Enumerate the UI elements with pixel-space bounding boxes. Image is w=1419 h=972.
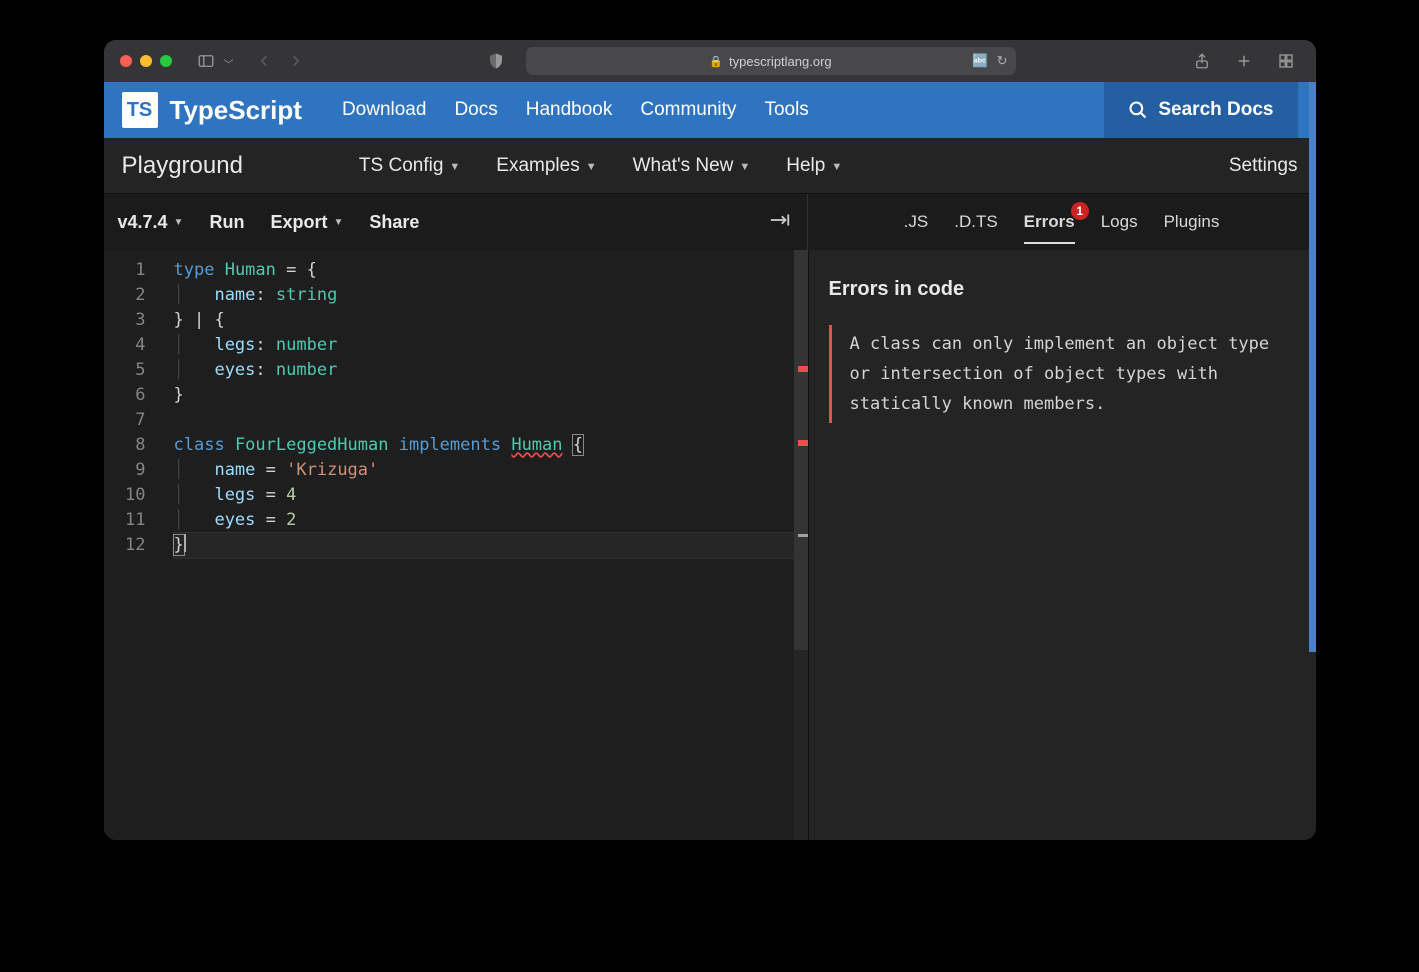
scrollbar-thumb[interactable] bbox=[1309, 82, 1316, 652]
tab-errors[interactable]: Errors 1 bbox=[1024, 208, 1075, 236]
chevron-down-icon: ▼ bbox=[586, 161, 597, 173]
chevron-down-icon: ▼ bbox=[333, 217, 343, 228]
line-gutter: 123456789101112 bbox=[104, 250, 160, 840]
shield-icon[interactable] bbox=[482, 47, 510, 75]
new-tab-icon[interactable] bbox=[1230, 47, 1258, 75]
translate-icon[interactable]: 🔤 bbox=[972, 53, 988, 69]
lock-icon: 🔒 bbox=[709, 55, 723, 68]
url-text: typescriptlang.org bbox=[729, 54, 832, 69]
titlebar-right bbox=[1188, 47, 1300, 75]
settings-button[interactable]: Settings bbox=[1229, 155, 1298, 177]
main-area: 123456789101112 type Human = {│ name: st… bbox=[104, 250, 1316, 840]
logo-badge: TS bbox=[122, 92, 158, 128]
nav-handbook[interactable]: Handbook bbox=[526, 99, 613, 121]
titlebar: ﹀ 🔒 typescriptlang.org 🔤 ↻ bbox=[104, 40, 1316, 82]
examples-dropdown[interactable]: Examples▼ bbox=[496, 155, 596, 177]
primary-nav: Download Docs Handbook Community Tools bbox=[342, 99, 809, 121]
sidebar-menu-chevron-icon[interactable]: ﹀ bbox=[224, 56, 234, 71]
whats-new-dropdown[interactable]: What's New▼ bbox=[633, 155, 751, 177]
share-button[interactable]: Share bbox=[369, 212, 419, 233]
logo[interactable]: TS TypeScript bbox=[122, 92, 302, 128]
ts-config-dropdown[interactable]: TS Config▼ bbox=[359, 155, 460, 177]
back-button[interactable] bbox=[250, 47, 278, 75]
errors-heading: Errors in code bbox=[829, 278, 1296, 301]
nav-buttons bbox=[250, 47, 310, 75]
search-icon bbox=[1128, 100, 1148, 120]
editor-toolbar: v4.7.4▼ Run Export▼ Share .JS .D.TS Erro… bbox=[104, 194, 1316, 250]
page-scrollbar[interactable] bbox=[1309, 82, 1316, 840]
code-body[interactable]: type Human = {│ name: string} | {│ legs:… bbox=[160, 250, 808, 840]
error-count-badge: 1 bbox=[1071, 202, 1089, 220]
window-controls bbox=[120, 55, 172, 67]
urlbar-right-icons: 🔤 ↻ bbox=[972, 53, 1007, 69]
tab-logs[interactable]: Logs bbox=[1101, 208, 1138, 236]
page-title: Playground bbox=[122, 152, 243, 180]
search-label: Search Docs bbox=[1158, 99, 1273, 121]
address-bar[interactable]: 🔒 typescriptlang.org 🔤 ↻ bbox=[526, 47, 1016, 75]
sidebar-toggle-icon[interactable] bbox=[192, 47, 220, 75]
maximize-window-button[interactable] bbox=[160, 55, 172, 67]
tab-dts[interactable]: .D.TS bbox=[954, 208, 997, 236]
chevron-down-icon: ▼ bbox=[174, 217, 184, 228]
tab-right-icon[interactable] bbox=[769, 212, 791, 233]
nav-download[interactable]: Download bbox=[342, 99, 427, 121]
minimap[interactable] bbox=[794, 250, 808, 840]
output-tabs: .JS .D.TS Errors 1 Logs Plugins bbox=[808, 194, 1316, 250]
error-message: A class can only implement an object typ… bbox=[829, 325, 1296, 423]
tab-js[interactable]: .JS bbox=[904, 208, 929, 236]
minimize-window-button[interactable] bbox=[140, 55, 152, 67]
logo-text: TypeScript bbox=[170, 95, 302, 126]
playground-bar: Playground TS Config▼ Examples▼ What's N… bbox=[104, 138, 1316, 194]
browser-window: ﹀ 🔒 typescriptlang.org 🔤 ↻ bbox=[104, 40, 1316, 840]
search-docs-button[interactable]: Search Docs bbox=[1104, 82, 1297, 138]
nav-tools[interactable]: Tools bbox=[764, 99, 808, 121]
help-dropdown[interactable]: Help▼ bbox=[786, 155, 842, 177]
export-dropdown[interactable]: Export▼ bbox=[270, 212, 343, 233]
reload-icon[interactable]: ↻ bbox=[997, 53, 1008, 69]
nav-docs[interactable]: Docs bbox=[454, 99, 497, 121]
version-dropdown[interactable]: v4.7.4▼ bbox=[118, 212, 184, 233]
tab-plugins[interactable]: Plugins bbox=[1164, 208, 1220, 236]
share-icon[interactable] bbox=[1188, 47, 1216, 75]
chevron-down-icon: ▼ bbox=[739, 161, 750, 173]
chevron-down-icon: ▼ bbox=[831, 161, 842, 173]
tabs-overview-icon[interactable] bbox=[1272, 47, 1300, 75]
errors-panel: Errors in code A class can only implemen… bbox=[808, 250, 1316, 840]
toolbar-left: v4.7.4▼ Run Export▼ Share bbox=[104, 194, 808, 250]
forward-button[interactable] bbox=[282, 47, 310, 75]
chevron-down-icon: ▼ bbox=[449, 161, 460, 173]
run-button[interactable]: Run bbox=[209, 212, 244, 233]
site-header: TS TypeScript Download Docs Handbook Com… bbox=[104, 82, 1316, 138]
code-editor[interactable]: 123456789101112 type Human = {│ name: st… bbox=[104, 250, 808, 840]
nav-community[interactable]: Community bbox=[640, 99, 736, 121]
close-window-button[interactable] bbox=[120, 55, 132, 67]
